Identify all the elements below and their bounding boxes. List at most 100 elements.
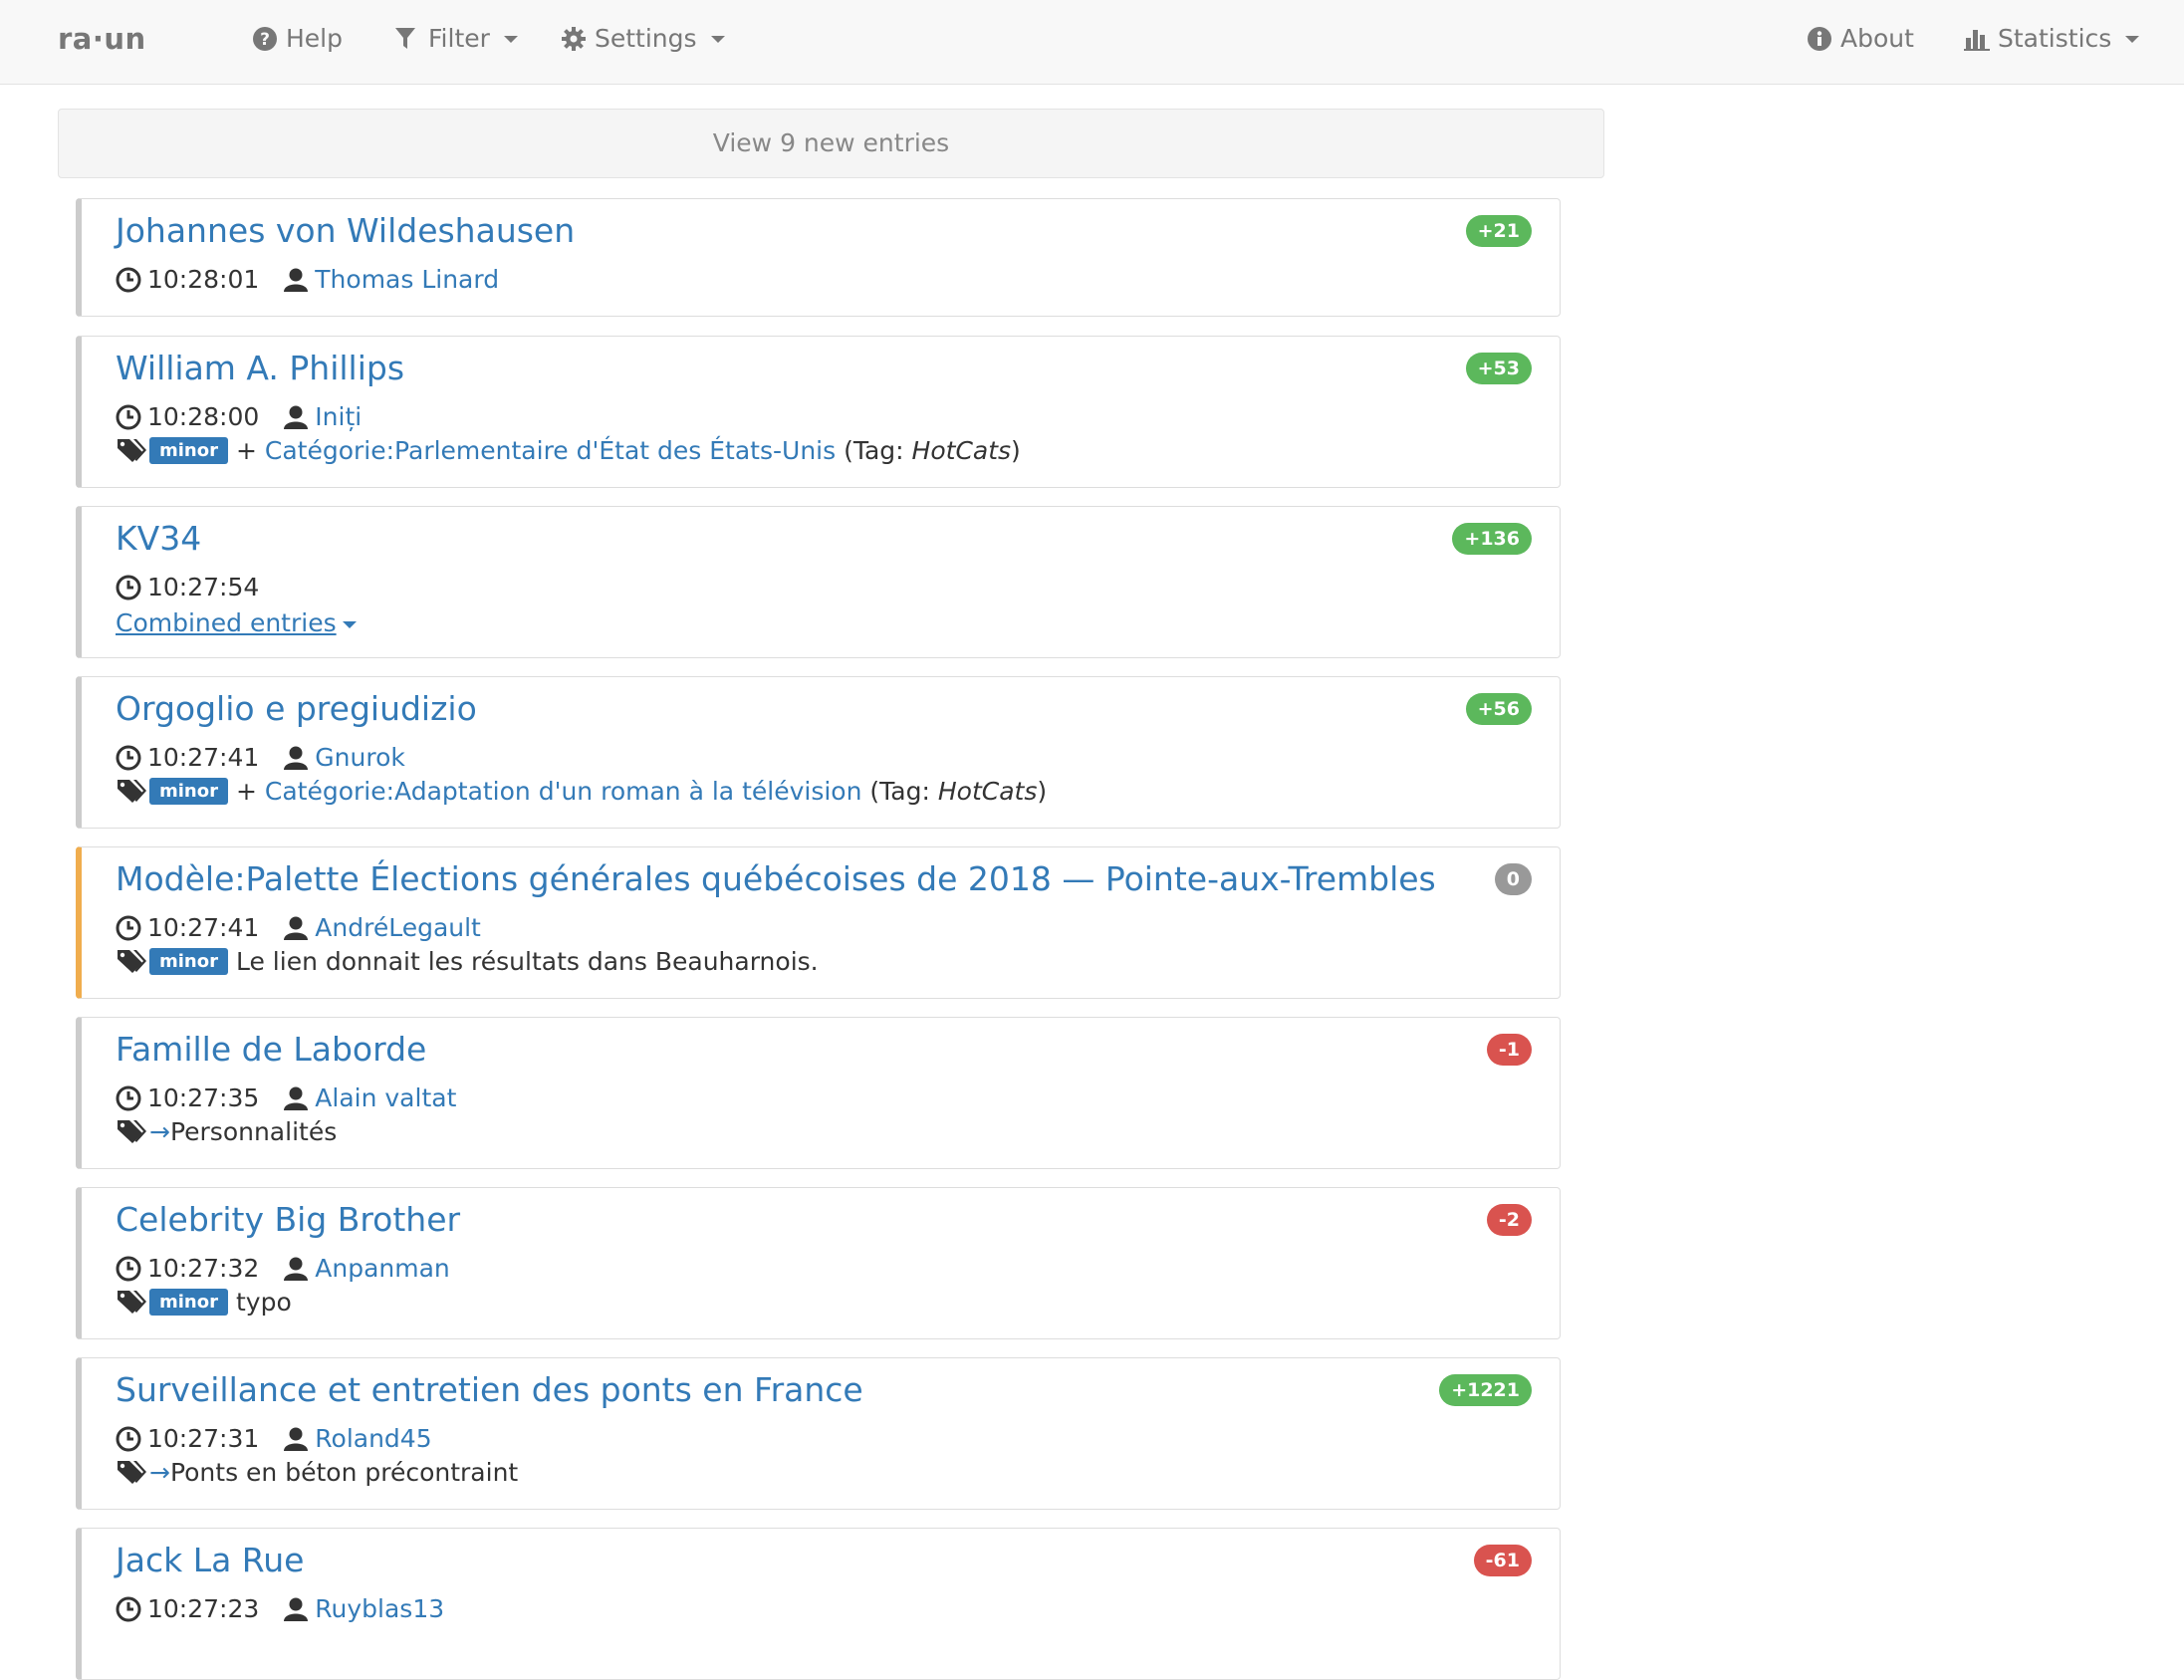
- clock-icon: [116, 1596, 141, 1622]
- entry-comment: → Ponts en béton précontraint: [116, 1458, 518, 1487]
- tag-name: HotCats: [937, 777, 1038, 806]
- help-label: Help: [286, 24, 343, 53]
- clock-icon: [116, 915, 141, 941]
- entry-user-link[interactable]: Roland45: [315, 1424, 431, 1453]
- entry-user-link[interactable]: Iniți: [315, 402, 362, 431]
- settings-label: Settings: [595, 24, 697, 53]
- entry-user-link[interactable]: Ruyblas13: [315, 1594, 444, 1623]
- entry-title-link[interactable]: Famille de Laborde: [116, 1030, 426, 1069]
- entry-time: 10:27:32: [147, 1254, 260, 1283]
- view-new-entries-button[interactable]: View 9 new entries: [58, 109, 1604, 178]
- tag-name: HotCats: [911, 436, 1012, 465]
- size-diff-badge: +21: [1465, 215, 1532, 247]
- comment-prefix: +: [235, 777, 257, 806]
- about-menu[interactable]: About: [1807, 0, 1914, 78]
- svg-text:?: ?: [260, 30, 270, 50]
- entry-meta: 10:27:32 Anpanman: [116, 1254, 450, 1283]
- tag-close: ): [1037, 777, 1048, 806]
- entry-card: Jack La Rue -61 10:27:23 Ruyblas13: [76, 1528, 1561, 1680]
- clock-icon: [116, 267, 141, 293]
- clock-icon: [116, 745, 141, 771]
- clock-icon: [116, 575, 141, 600]
- entry-user-link[interactable]: Thomas Linard: [315, 265, 499, 294]
- entry-comment: → Personnalités: [116, 1117, 337, 1146]
- tags-icon: [116, 437, 147, 465]
- entry-title-link[interactable]: Jack La Rue: [116, 1541, 304, 1579]
- comment-text: Personnalités: [169, 1117, 338, 1146]
- bar-chart-icon: [1964, 26, 1990, 52]
- settings-dropdown[interactable]: Settings: [561, 0, 725, 78]
- section-arrow-link[interactable]: →: [149, 1458, 170, 1487]
- entry-card: Celebrity Big Brother -2 10:27:32 Anpanm…: [76, 1187, 1561, 1339]
- entry-meta: 10:27:41 AndréLegault: [116, 913, 481, 942]
- entry-time: 10:27:54: [147, 573, 260, 601]
- chevron-down-icon: [503, 35, 518, 43]
- category-link[interactable]: Catégorie:Adaptation d'un roman à la tél…: [265, 777, 862, 806]
- entry-card: Famille de Laborde -1 10:27:35 Alain val…: [76, 1017, 1561, 1169]
- entry-title-link[interactable]: KV34: [116, 519, 201, 558]
- entry-card: Johannes von Wildeshausen +21 10:28:01 T…: [76, 198, 1561, 317]
- statistics-dropdown[interactable]: Statistics: [1964, 0, 2140, 78]
- chevron-down-icon: [342, 620, 357, 628]
- entry-meta: 10:28:01 Thomas Linard: [116, 265, 499, 294]
- comment-text: Le lien donnait les résultats dans Beauh…: [235, 947, 819, 976]
- entry-meta: 10:27:23 Ruyblas13: [116, 1594, 444, 1623]
- filter-icon: [394, 26, 420, 52]
- question-circle-icon: ?: [252, 26, 278, 52]
- size-diff-badge: 0: [1494, 863, 1532, 895]
- user-icon: [283, 1426, 309, 1452]
- minor-label: minor: [149, 778, 228, 805]
- entry-user-link[interactable]: Anpanman: [315, 1254, 450, 1283]
- user-icon: [283, 1256, 309, 1282]
- minor-label: minor: [149, 437, 228, 464]
- comment-text: Ponts en béton précontraint: [169, 1458, 519, 1487]
- tags-icon: [116, 1289, 147, 1317]
- entry-title-link[interactable]: Surveillance et entretien des ponts en F…: [116, 1370, 863, 1409]
- tags-icon: [116, 1459, 147, 1487]
- entry-meta: 10:27:41 Gnurok: [116, 743, 405, 772]
- entry-title-link[interactable]: Modèle:Palette Élections générales québé…: [116, 859, 1436, 898]
- entry-card: Surveillance et entretien des ponts en F…: [76, 1357, 1561, 1510]
- entry-time: 10:27:41: [147, 743, 260, 772]
- entry-comment: minor + Catégorie:Parlementaire d'État d…: [116, 436, 1021, 465]
- entry-user-link[interactable]: Gnurok: [315, 743, 405, 772]
- minor-label: minor: [149, 1289, 228, 1316]
- entry-title-link[interactable]: Celebrity Big Brother: [116, 1200, 460, 1239]
- combined-entries-toggle[interactable]: Combined entries: [116, 608, 357, 637]
- entry-user-link[interactable]: AndréLegault: [315, 913, 481, 942]
- tag-open: (Tag:: [869, 777, 930, 806]
- entry-user-link[interactable]: Alain valtat: [315, 1083, 456, 1112]
- clock-icon: [116, 1426, 141, 1452]
- clock-icon: [116, 1085, 141, 1111]
- section-arrow-link[interactable]: →: [149, 1117, 170, 1146]
- entry-title-link[interactable]: Orgoglio e pregiudizio: [116, 689, 477, 728]
- user-icon: [283, 745, 309, 771]
- tags-icon: [116, 778, 147, 806]
- help-menu[interactable]: ? Help: [252, 0, 343, 78]
- filter-dropdown[interactable]: Filter: [394, 0, 518, 78]
- user-icon: [283, 915, 309, 941]
- entry-title-link[interactable]: Johannes von Wildeshausen: [116, 211, 575, 250]
- entry-time: 10:27:23: [147, 1594, 260, 1623]
- user-icon: [283, 1085, 309, 1111]
- navbar: ra·un ? Help Filter Settings About Stati…: [0, 0, 2184, 85]
- entry-time: 10:28:00: [147, 402, 260, 431]
- user-icon: [283, 404, 309, 430]
- size-diff-badge: +136: [1452, 523, 1532, 555]
- entry-title-link[interactable]: William A. Phillips: [116, 349, 404, 387]
- category-link[interactable]: Catégorie:Parlementaire d'État des États…: [265, 436, 836, 465]
- comment-prefix: +: [235, 436, 257, 465]
- combined-entries-label: Combined entries: [116, 608, 337, 637]
- clock-icon: [116, 404, 141, 430]
- statistics-label: Statistics: [1998, 24, 2112, 53]
- chevron-down-icon: [710, 35, 725, 43]
- size-diff-badge: +1221: [1439, 1374, 1532, 1406]
- gear-icon: [561, 26, 587, 52]
- entry-meta: 10:27:35 Alain valtat: [116, 1083, 456, 1112]
- comment-text: typo: [235, 1288, 292, 1317]
- tags-icon: [116, 1118, 147, 1146]
- size-diff-badge: -61: [1473, 1545, 1532, 1576]
- brand-logo[interactable]: ra·un: [58, 0, 146, 78]
- size-diff-badge: -1: [1486, 1034, 1532, 1066]
- entry-comment: minor + Catégorie:Adaptation d'un roman …: [116, 777, 1047, 806]
